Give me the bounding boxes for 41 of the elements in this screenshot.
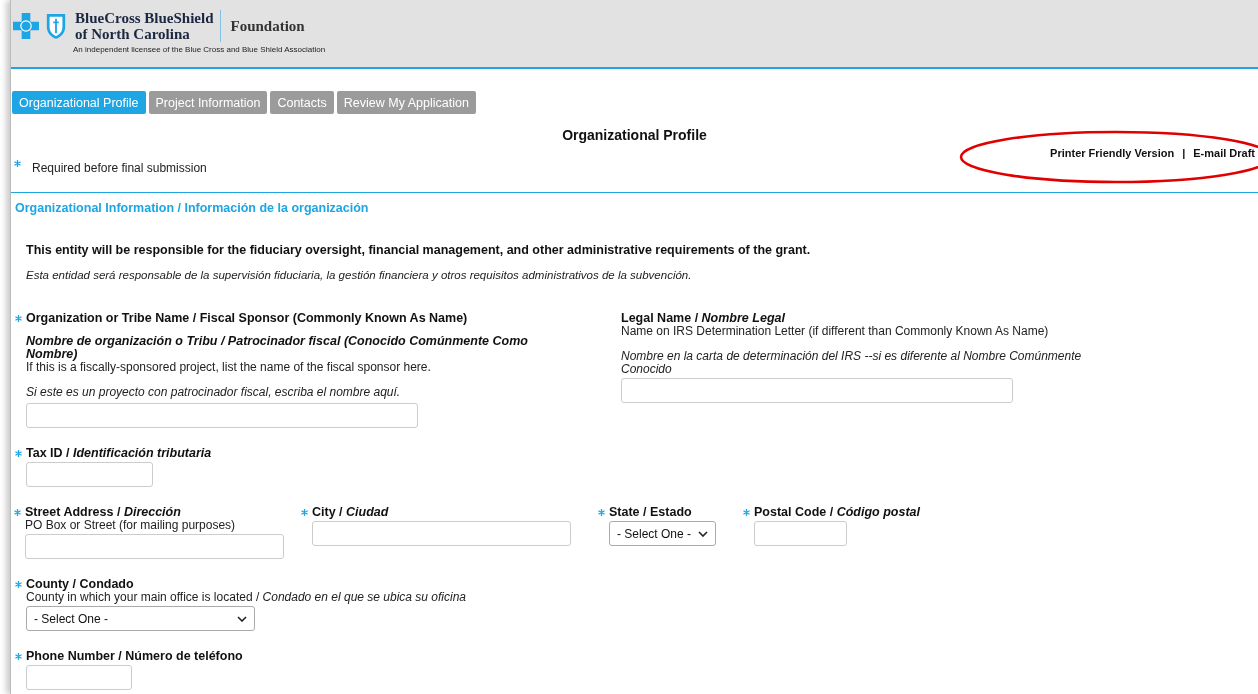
action-link[interactable]: E-mail Draft: [1193, 147, 1255, 159]
field-label: County / Condado: [26, 577, 135, 591]
asterisk-icon: [14, 160, 21, 167]
shield-logo-icon: [45, 11, 67, 41]
field-hint: Nombre en la carta de determinación del IRS --si es diferente al Nombre Comúnmente Conocido: [621, 350, 1083, 376]
intro-text: This entity will be responsible for the fiduciary oversight, financial management, and other administrative requirements of the grant.: [26, 243, 812, 257]
required-note: Required before final submission: [32, 161, 207, 175]
field-label: Phone Number / Número de teléfono: [26, 649, 243, 663]
field-label: Organization or Tribe Name / Fiscal Sponsor (Commonly Known As Name): [26, 311, 469, 325]
chevron-icon: [698, 530, 708, 537]
field-label: City / Ciudad: [312, 505, 390, 519]
field-label: Tax ID / Identificación tributaria: [26, 446, 212, 460]
field-hint: If this is a fiscally-sponsored project, list the name of the fiscal sponsor here.: [26, 361, 432, 374]
field-label: Street Address / Dirección: [25, 505, 182, 519]
link-separator: |: [1182, 147, 1186, 159]
field-label: Postal Code / Código postal: [754, 505, 920, 519]
field-hint: Si este es un proyecto con patrocinador fiscal, escriba el nombre aquí.: [26, 386, 402, 399]
page-title: Organizational Profile: [562, 127, 707, 143]
field-hint: Name on IRS Determination Letter (if different than Commonly Known As Name): [621, 325, 1050, 338]
field-hint: PO Box or Street (for mailing purposes): [25, 519, 237, 532]
dropdown[interactable]: - Select One -: [26, 606, 255, 631]
brand-name: BlueCross BlueShield: [75, 10, 214, 26]
action-link[interactable]: Printer Friendly Version: [1050, 147, 1175, 159]
input-field[interactable]: [312, 521, 571, 546]
brand-name: of North Carolina: [75, 26, 191, 42]
tagline: An independent licensee of the Blue Cross and Blue Shield Association: [73, 45, 327, 54]
input-field[interactable]: [26, 665, 132, 690]
field-label: Nombre de organización o Tribu / Patrocinador fiscal (Conocido Comúnmente Como Nombre): [26, 335, 529, 361]
field-label: State / Estado: [609, 505, 693, 519]
input-field[interactable]: [754, 521, 847, 546]
input-field[interactable]: [26, 403, 418, 428]
input-field[interactable]: [621, 378, 1013, 403]
foundation-label: Foundation: [230, 17, 305, 35]
chevron-icon: [237, 615, 247, 622]
dropdown[interactable]: - Select One -: [609, 521, 716, 546]
input-field[interactable]: [26, 462, 153, 487]
intro-text: Esta entidad será responsable de la supervisión fiduciaria, la gestión financiera y otros requisitos administrativos de la subvención.: [26, 269, 693, 281]
field-label: Legal Name / Nombre Legal: [621, 311, 786, 325]
input-field[interactable]: [25, 534, 284, 559]
section-heading: Organizational Information / Información de la organización: [15, 201, 370, 215]
field-hint: County in which your main office is located / Condado en el que se ubica su oficina: [26, 591, 467, 604]
